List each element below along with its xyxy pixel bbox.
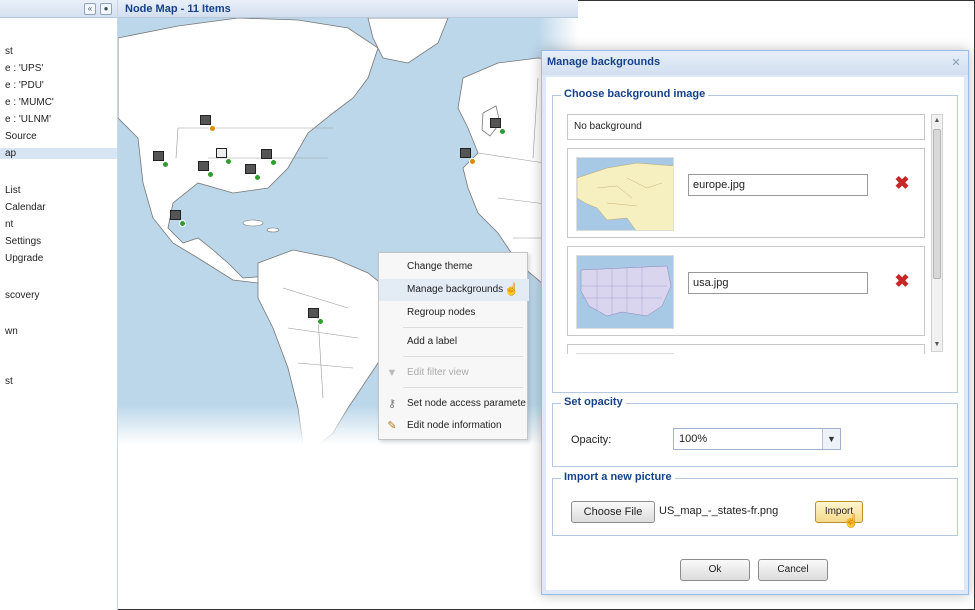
sidebar-item-selected[interactable]: ap [0,148,117,159]
menu-item-label: Regroup nodes [407,307,476,318]
menu-item-label: Set node access paramete [407,398,526,409]
menu-separator [403,356,523,357]
sidebar-item[interactable]: st [5,46,13,57]
scroll-up-icon[interactable]: ▲ [932,115,942,127]
usa-thumbnail [576,255,674,329]
menu-item-label: Change theme [407,261,473,272]
collapse-icon[interactable]: « [84,3,96,15]
dialog-title: Manage backgrounds [542,51,968,75]
menu-item-label: Edit filter view [407,367,469,378]
menu-item-label: Edit node information [407,420,502,431]
hand-cursor-icon: ☝ [843,513,860,528]
background-filename: europe.jpg [688,174,868,196]
dialog-body: Choose background image No background eu… [546,77,964,590]
node-icon[interactable] [308,308,324,325]
menu-separator [403,387,523,388]
background-list: No background europe.jpg ✖ usa.jpg ✖ [567,114,927,354]
sidebar-item[interactable]: Settings [5,236,41,247]
menu-item-manage-backgrounds[interactable]: Manage backgrounds ☝ [379,279,529,301]
cancel-button[interactable]: Cancel [758,559,828,581]
selected-file-name: US_map_-_states-fr.png [659,505,779,517]
sidebar-item[interactable]: e : 'ULNM' [5,114,51,125]
sidebar-item[interactable]: e : 'MUMC' [5,97,54,108]
europe-thumbnail [576,157,674,231]
scroll-thumb[interactable] [933,129,941,279]
menu-item-regroup-nodes[interactable]: Regroup nodes [379,302,529,324]
import-picture-legend: Import a new picture [561,471,675,483]
node-icon[interactable] [245,164,261,181]
menu-item-change-theme[interactable]: Change theme [379,256,529,278]
set-opacity-legend: Set opacity [561,396,626,408]
pencil-icon: ✎ [387,420,397,432]
map-title: Node Map - 11 Items [118,0,578,18]
node-icon[interactable] [261,149,277,166]
opacity-select[interactable]: 100% ▼ [673,428,841,450]
menu-item-edit-node-info[interactable]: ✎ Edit node information [379,415,529,437]
node-icon[interactable] [460,148,476,165]
node-icon[interactable] [170,210,186,227]
hand-cursor-icon: ☝ [504,282,519,296]
gear-icon[interactable]: ● [100,3,112,15]
menu-item-set-node-access[interactable]: ⚷ Set node access paramete [379,393,529,415]
sidebar-header: « ● [0,0,117,18]
opacity-label: Opacity: [571,434,612,446]
sidebar-item[interactable]: Source [5,131,37,142]
delete-background-icon[interactable]: ✖ [894,174,910,192]
sidebar-item[interactable]: Calendar [5,202,46,213]
sidebar-item[interactable]: e : 'UPS' [5,63,43,74]
node-icon[interactable] [490,118,506,135]
sidebar-item[interactable]: nt [5,219,13,230]
ok-button[interactable]: Ok [680,559,750,581]
no-background-option[interactable]: No background [567,114,925,140]
node-icon[interactable] [200,115,216,132]
scroll-down-icon[interactable]: ▼ [932,339,942,351]
background-list-scrollbar[interactable]: ▲ ▼ [931,114,943,352]
background-filename: usa.jpg [688,272,868,294]
menu-separator [403,327,523,328]
key-icon: ⚷ [387,398,397,410]
sidebar-item[interactable]: wn [5,326,18,337]
set-opacity-group: Set opacity Opacity: 100% ▼ [552,396,958,467]
close-icon[interactable]: ✕ [949,56,963,70]
choose-background-legend: Choose background image [561,88,709,100]
left-sidebar: « ● st e : 'UPS' e : 'PDU' e : 'MUMC' e … [0,0,118,610]
node-icon[interactable] [216,148,232,165]
manage-backgrounds-dialog: Manage backgrounds ✕ Choose background i… [541,50,969,595]
background-item-partial[interactable] [567,344,925,354]
menu-item-label: Add a label [407,336,458,347]
usa-map-svg [577,256,673,328]
europe-map-svg [577,158,673,230]
background-item-usa[interactable]: usa.jpg ✖ [567,246,925,336]
menu-item-add-label[interactable]: Add a label [379,331,529,353]
node-icon[interactable] [153,151,169,168]
import-picture-group: Import a new picture Choose File US_map_… [552,471,958,536]
context-menu: Change theme Manage backgrounds ☝ Regrou… [378,252,529,440]
opacity-value: 100% [679,433,708,445]
sidebar-item[interactable]: Upgrade [5,253,43,264]
choose-background-group: Choose background image No background eu… [552,88,958,393]
sidebar-item[interactable]: List [5,185,21,196]
sidebar-item[interactable]: scovery [5,290,39,301]
choose-file-button[interactable]: Choose File [571,501,655,523]
node-icon[interactable] [198,161,214,178]
menu-item-label: Manage backgrounds [407,284,504,295]
sidebar-item[interactable]: e : 'PDU' [5,80,44,91]
chevron-down-icon[interactable]: ▼ [822,429,840,449]
background-item-europe[interactable]: europe.jpg ✖ [567,148,925,238]
sidebar-item[interactable]: st [5,376,13,387]
delete-background-icon[interactable]: ✖ [894,272,910,290]
background-thumbnail [576,353,674,354]
menu-item-edit-filter-view[interactable]: ▼ Edit filter view [379,362,529,384]
funnel-icon: ▼ [386,367,398,379]
